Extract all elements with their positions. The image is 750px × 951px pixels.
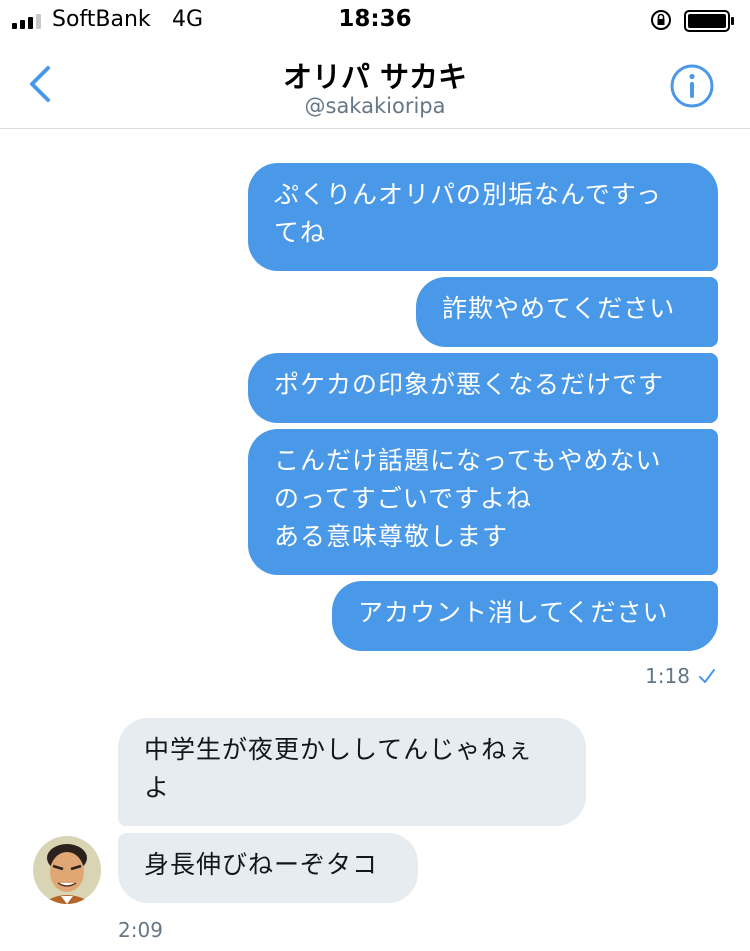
conversation-title: オリパ サカキ (282, 60, 468, 94)
lock-icon (651, 10, 671, 30)
message-line: 身長伸びねーぞタコ (144, 850, 379, 879)
received-timestamp: 2:09 (118, 918, 163, 942)
received-message-bubble[interactable]: 中学生が夜更かししてんじゃねぇ よ (118, 718, 586, 826)
info-icon[interactable] (668, 62, 716, 110)
message-line: ぷくりんオリパの別垢なんですっ (274, 180, 662, 209)
message-line: 中学生が夜更かししてんじゃねぇ (144, 735, 534, 764)
sent-message-bubble[interactable]: ポケカの印象が悪くなるだけです (248, 353, 718, 423)
received-message-bubble[interactable]: 身長伸びねーぞタコ (118, 833, 418, 903)
conversation-handle: @sakakioripa (304, 94, 446, 118)
message-line: アカウント消してください (358, 598, 669, 627)
sent-message-bubble[interactable]: 詐欺やめてください (416, 277, 718, 347)
message-line: 詐欺やめてください (442, 294, 676, 323)
conversation-header: オリパ サカキ @sakakioripa (0, 40, 750, 129)
sent-message-bubble[interactable]: こんだけ話題になってもやめない のってすごいですよね ある意味尊敬します (248, 429, 718, 575)
check-icon (699, 669, 715, 683)
sent-message-bubble[interactable]: ぷくりんオリパの別垢なんですっ てね (248, 163, 718, 271)
message-line: こんだけ話題になってもやめない (274, 446, 662, 475)
message-line: よ (144, 773, 171, 802)
message-line: てね (274, 218, 327, 247)
message-line: ある意味尊敬します (274, 522, 509, 551)
sent-message-bubble[interactable]: アカウント消してください (332, 581, 718, 651)
sent-time-label: 1:18 (645, 664, 690, 688)
sent-timestamp: 1:18 (645, 664, 716, 688)
message-line: のってすごいですよね (274, 484, 533, 513)
avatar[interactable] (33, 836, 101, 904)
status-time: 18:36 (338, 6, 412, 32)
status-bar: SoftBank 4G 18:36 (0, 0, 750, 40)
battery-icon (684, 10, 734, 32)
message-line: ポケカの印象が悪くなるだけです (274, 370, 665, 399)
